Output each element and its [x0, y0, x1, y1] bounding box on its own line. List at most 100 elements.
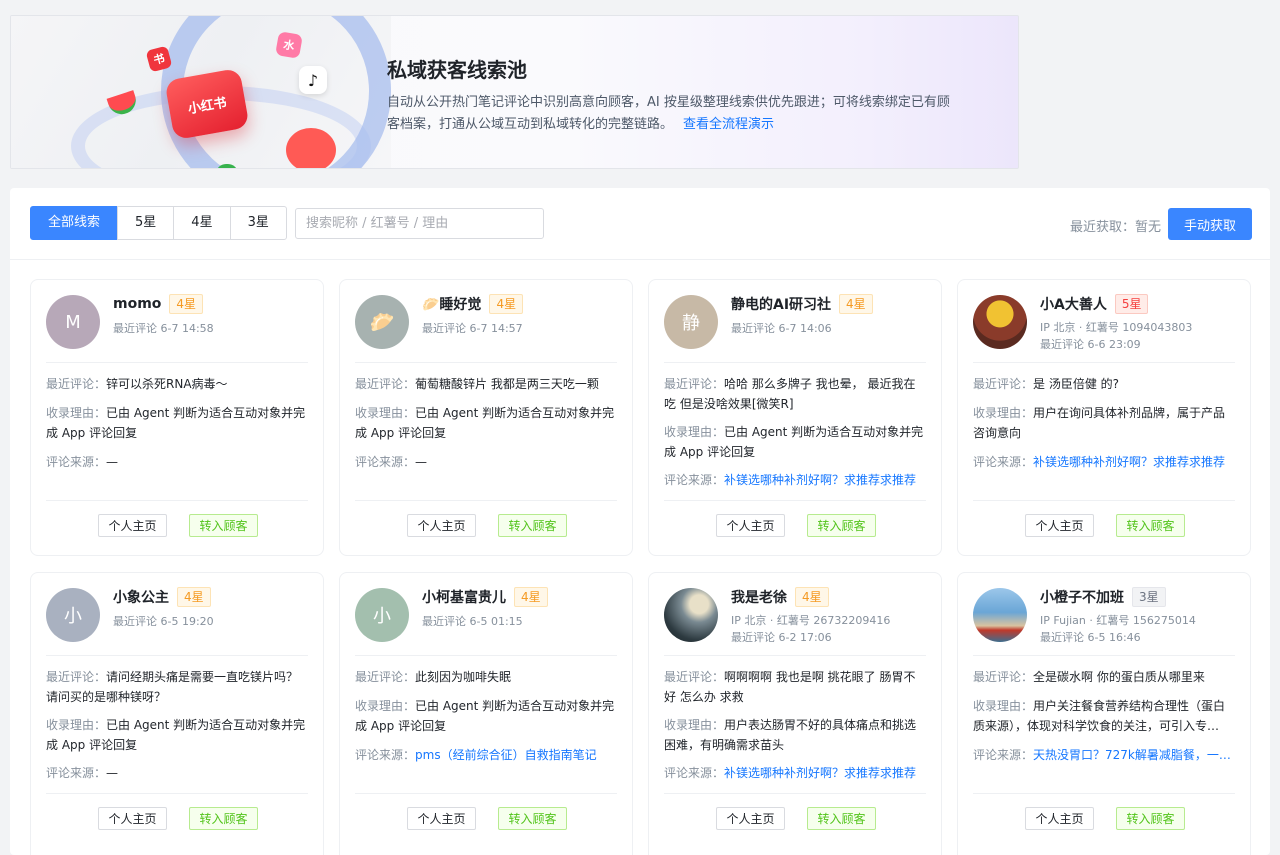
- lead-name: 小橙子不加班: [1040, 590, 1124, 606]
- avatar[interactable]: 静: [664, 295, 718, 349]
- last-comment-time: 最近评论 6-7 14:57: [422, 322, 523, 335]
- avatar[interactable]: 小: [46, 588, 100, 642]
- tab-4-star[interactable]: 4星: [173, 206, 231, 240]
- reason-row: 收录理由：已由 Agent 判断为适合互动对象并完成 App 评论回复: [46, 715, 308, 755]
- convert-to-customer-button[interactable]: 转入顾客: [807, 514, 876, 537]
- avatar[interactable]: M: [46, 295, 100, 349]
- avatar[interactable]: [973, 588, 1027, 642]
- lead-name: 我是老徐: [731, 590, 787, 606]
- star-badge: 4星: [489, 294, 524, 314]
- banner-description: 自动从公开热门笔记评论中识别高意向顾客，AI 按星级整理线索供优先跟进；可将线索…: [387, 92, 962, 136]
- lead-name: 小柯基富贵儿: [422, 590, 506, 606]
- convert-to-customer-button[interactable]: 转入顾客: [807, 807, 876, 830]
- lead-card: 小A大善人 5星 IP 北京 · 红薯号 1094043803 最近评论 6-6…: [957, 279, 1251, 556]
- reason-label: 收录理由：: [46, 718, 107, 732]
- profile-button[interactable]: 个人主页: [716, 807, 785, 830]
- water-icon: 水: [275, 31, 303, 59]
- comment-label: 最近评论：: [46, 377, 107, 391]
- divider: [355, 793, 617, 794]
- reason-label: 收录理由：: [355, 406, 416, 420]
- name-row: 小柯基富贵儿 4星: [422, 587, 548, 607]
- comment-label: 最近评论：: [664, 670, 725, 684]
- divider: [355, 362, 617, 363]
- source-row: 评论来源：pms（经前综合征）自救指南笔记: [355, 745, 617, 765]
- source-label: 评论来源：: [973, 455, 1034, 469]
- comment-label: 最近评论：: [973, 377, 1034, 391]
- divider: [973, 793, 1235, 794]
- profile-button[interactable]: 个人主页: [407, 514, 476, 537]
- search-input[interactable]: [295, 208, 544, 239]
- reason-row: 收录理由：用户关注餐食营养结构合理性（蛋白质来源），体现对科学饮食的关注，可引入…: [973, 696, 1235, 736]
- comment-label: 最近评论：: [973, 670, 1034, 684]
- lead-card: 我是老徐 4星 IP 北京 · 红薯号 26732209416 最近评论 6-2…: [648, 572, 942, 855]
- comment-text: 此刻因为咖啡失眠: [415, 670, 512, 684]
- weibo-icon: [286, 128, 336, 168]
- convert-to-customer-button[interactable]: 转入顾客: [189, 807, 258, 830]
- source-label: 评论来源：: [355, 455, 416, 469]
- reason-row: 收录理由：已由 Agent 判断为适合互动对象并完成 App 评论回复: [664, 422, 926, 462]
- profile-button[interactable]: 个人主页: [1025, 514, 1094, 537]
- source-link[interactable]: 补镁选哪种补剂好啊？求推荐求推荐: [724, 473, 916, 487]
- profile-button[interactable]: 个人主页: [407, 807, 476, 830]
- avatar[interactable]: 🥟: [355, 295, 409, 349]
- reason-label: 收录理由：: [973, 406, 1034, 420]
- source-label: 评论来源：: [664, 473, 725, 487]
- source-text: —: [415, 455, 428, 469]
- source-link[interactable]: 补镁选哪种补剂好啊？求推荐求推荐: [724, 766, 916, 780]
- name-row: 🥟睡好觉 4星: [422, 294, 524, 314]
- demo-link[interactable]: 查看全流程演示: [683, 117, 774, 132]
- comment-row: 最近评论：啊啊啊啊 我也是啊 挑花眼了 肠胃不好 怎么办 求救: [664, 667, 926, 707]
- profile-button[interactable]: 个人主页: [98, 514, 167, 537]
- comment-row: 最近评论：是 汤臣倍健 的?: [973, 374, 1235, 394]
- source-link[interactable]: pms（经前综合征）自救指南笔记: [415, 748, 597, 762]
- comment-row: 最近评论：此刻因为咖啡失眠: [355, 667, 617, 687]
- toolbar: 全部线索 5星 4星 3星 最近获取：暂无 手动获取: [10, 188, 1270, 260]
- source-link[interactable]: 天热没胃口？727k解暑减脂餐，一…: [1033, 748, 1231, 762]
- profile-button[interactable]: 个人主页: [716, 514, 785, 537]
- convert-to-customer-button[interactable]: 转入顾客: [189, 514, 258, 537]
- source-row: 评论来源：—: [46, 763, 308, 783]
- avatar[interactable]: [664, 588, 718, 642]
- reason-row: 收录理由：用户在询问具体补剂品牌，属于产品咨询意向: [973, 403, 1235, 443]
- reason-label: 收录理由：: [664, 425, 725, 439]
- last-comment-time: 最近评论 6-6 23:09: [1040, 338, 1141, 351]
- divider: [355, 655, 617, 656]
- last-comment-time: 最近评论 6-5 01:15: [422, 615, 523, 628]
- page-title: 私域获客线索池: [387, 58, 527, 82]
- lead-card: M momo 4星 最近评论 6-7 14:58 最近评论：锌可以杀死RNA病毒…: [30, 279, 324, 556]
- divider: [46, 655, 308, 656]
- source-link[interactable]: 补镁选哪种补剂好啊？求推荐求推荐: [1033, 455, 1225, 469]
- avatar[interactable]: 小: [355, 588, 409, 642]
- tab-3-star[interactable]: 3星: [229, 206, 287, 240]
- convert-to-customer-button[interactable]: 转入顾客: [1116, 807, 1185, 830]
- comment-row: 最近评论：请问经期头痛是需要一直吃镁片吗？请问买的是哪种镁呀？: [46, 667, 308, 707]
- profile-button[interactable]: 个人主页: [98, 807, 167, 830]
- last-comment-time: 最近评论 6-2 17:06: [731, 631, 832, 644]
- convert-to-customer-button[interactable]: 转入顾客: [498, 514, 567, 537]
- source-label: 评论来源：: [664, 766, 725, 780]
- divider: [46, 793, 308, 794]
- profile-button[interactable]: 个人主页: [1025, 807, 1094, 830]
- tab-all[interactable]: 全部线索: [30, 206, 119, 240]
- avatar[interactable]: [973, 295, 1027, 349]
- lead-name: 小象公主: [113, 590, 169, 606]
- reason-label: 收录理由：: [664, 718, 725, 732]
- tab-5-star[interactable]: 5星: [117, 206, 175, 240]
- comment-row: 最近评论：葡萄糖酸锌片 我都是两三天吃一颗: [355, 374, 617, 394]
- divider: [664, 655, 926, 656]
- comment-text: 葡萄糖酸锌片 我都是两三天吃一颗: [415, 377, 599, 391]
- ip-redbook-id: IP 北京 · 红薯号 1094043803: [1040, 321, 1193, 334]
- ip-redbook-id: IP 北京 · 红薯号 26732209416: [731, 614, 891, 627]
- source-row: 评论来源：—: [46, 452, 308, 472]
- star-badge: 4星: [795, 587, 829, 607]
- source-label: 评论来源：: [355, 748, 416, 762]
- star-badge: 4星: [169, 294, 204, 314]
- convert-to-customer-button[interactable]: 转入顾客: [1116, 514, 1185, 537]
- reason-row: 收录理由：已由 Agent 判断为适合互动对象并完成 App 评论回复: [355, 403, 617, 443]
- convert-to-customer-button[interactable]: 转入顾客: [498, 807, 567, 830]
- comment-label: 最近评论：: [46, 670, 107, 684]
- lead-card: 🥟 🥟睡好觉 4星 最近评论 6-7 14:57 最近评论：葡萄糖酸锌片 我都是…: [339, 279, 633, 556]
- lead-card: 小 小柯基富贵儿 4星 最近评论 6-5 01:15 最近评论：此刻因为咖啡失眠…: [339, 572, 633, 855]
- source-label: 评论来源：: [46, 766, 107, 780]
- manual-fetch-button[interactable]: 手动获取: [1168, 208, 1252, 240]
